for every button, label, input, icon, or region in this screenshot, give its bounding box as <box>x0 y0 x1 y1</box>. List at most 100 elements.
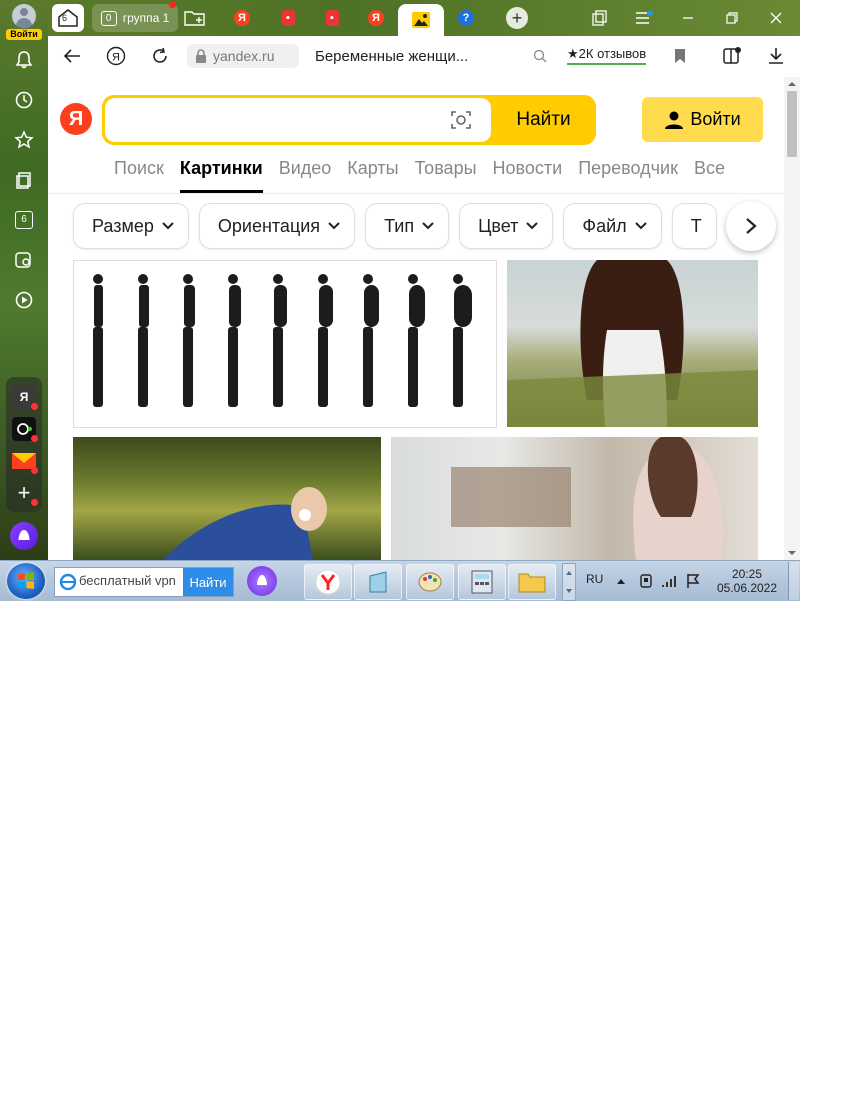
search-field-wrap <box>105 98 491 144</box>
back-arrow-icon[interactable] <box>60 44 84 68</box>
bell-icon[interactable] <box>10 46 38 74</box>
download-icon[interactable] <box>764 44 788 68</box>
ie-search-button[interactable]: Найти <box>183 568 233 596</box>
collections-icon[interactable] <box>10 166 38 194</box>
tab-pdf-2[interactable]: ▪ <box>314 4 350 32</box>
ie-icon <box>59 573 77 591</box>
bookmarks-star-icon[interactable] <box>10 126 38 154</box>
new-tab-folder-icon[interactable] <box>180 4 210 32</box>
tab-counter-button[interactable]: 6 <box>10 206 38 234</box>
tab-maps[interactable]: Карты <box>339 157 406 193</box>
taskbar-yandex-browser[interactable] <box>304 564 352 600</box>
tab-search[interactable]: Поиск <box>106 157 172 193</box>
tab-video[interactable]: Видео <box>271 157 340 193</box>
tab-all[interactable]: Все <box>686 157 733 193</box>
tab-group[interactable]: 0 группа 1 <box>92 1 178 32</box>
login-label: Войти <box>690 109 741 129</box>
filter-label: Т <box>690 215 702 236</box>
tab-pdf-1[interactable]: ▪ <box>270 4 306 32</box>
close-window-icon[interactable] <box>766 8 786 28</box>
add-app-plus-icon[interactable]: + <box>12 480 38 506</box>
filters-next-chevron-icon[interactable] <box>726 201 776 251</box>
extensions-icon[interactable] <box>720 44 744 68</box>
tab-news[interactable]: Новости <box>485 157 571 193</box>
scroll-down-icon[interactable] <box>784 548 800 558</box>
ie-search-box: бесплатный vpn Найти <box>54 567 234 597</box>
filter-file[interactable]: Файл <box>563 203 662 249</box>
calculator-icon <box>471 570 493 594</box>
yandex-favicon-icon: Я <box>234 10 250 26</box>
network-signal-icon[interactable] <box>661 574 677 588</box>
folder-icon <box>518 573 546 593</box>
start-button[interactable] <box>7 563 45 599</box>
alice-assistant-icon[interactable] <box>10 522 38 550</box>
profile-button[interactable]: Войти <box>6 4 42 40</box>
yandex-app-button[interactable]: Я <box>12 385 38 410</box>
mail-app-button[interactable] <box>12 449 38 474</box>
page-content: Я Найти Войти Поиск Картинки Видео Карты… <box>48 77 784 560</box>
search-button[interactable]: Найти <box>491 95 596 145</box>
login-button[interactable]: Войти <box>642 97 763 142</box>
ie-search-input[interactable]: бесплатный vpn <box>79 573 176 588</box>
filter-label: Тип <box>384 215 415 236</box>
filter-size[interactable]: Размер <box>73 203 189 249</box>
tabs-list-icon[interactable] <box>590 8 610 28</box>
image-result-2[interactable] <box>507 260 758 427</box>
messenger-app-button[interactable] <box>12 417 38 442</box>
tab-images-active[interactable] <box>398 4 444 36</box>
image-result-4[interactable] <box>391 437 758 560</box>
chevron-down-icon <box>328 222 340 230</box>
system-clock[interactable]: 20:25 05.06.2022 <box>710 567 784 595</box>
usb-device-icon[interactable] <box>638 573 654 589</box>
filter-label: Ориентация <box>217 215 321 236</box>
zoom-icon[interactable] <box>528 44 552 68</box>
tab-help[interactable]: ? <box>448 4 484 32</box>
language-indicator[interactable]: RU <box>586 572 603 586</box>
scroll-up-icon[interactable] <box>784 79 800 89</box>
filter-color[interactable]: Цвет <box>459 203 554 249</box>
plus-icon: + <box>506 7 528 29</box>
screenshot-camera-icon[interactable] <box>10 246 38 274</box>
filter-orientation[interactable]: Ориентация <box>198 203 356 249</box>
url-field[interactable]: yandex.ru <box>187 44 299 68</box>
alice-taskbar-icon[interactable] <box>247 566 277 596</box>
image-result-1[interactable] <box>73 260 497 428</box>
filter-type[interactable]: Тип <box>365 203 450 249</box>
pdf-icon: ▪ <box>281 10 295 26</box>
search-input[interactable] <box>117 98 441 144</box>
taskbar-scroll[interactable] <box>562 563 576 601</box>
media-play-icon[interactable] <box>10 286 38 314</box>
tab-images[interactable]: Картинки <box>172 157 271 193</box>
reload-icon[interactable] <box>148 44 172 68</box>
yandex-logo[interactable]: Я <box>60 103 92 135</box>
bookmark-icon[interactable] <box>668 44 692 68</box>
taskbar-explorer[interactable] <box>508 564 556 600</box>
menu-icon[interactable] <box>634 8 654 28</box>
taskbar-paint[interactable] <box>406 564 454 600</box>
tab-yandex-1[interactable]: Я <box>224 4 260 32</box>
tab-home[interactable]: 6 <box>52 4 84 32</box>
image-search-camera-icon[interactable] <box>449 108 473 132</box>
yandex-home-icon[interactable]: Я <box>104 44 128 68</box>
taskbar-notepad[interactable] <box>354 564 402 600</box>
notification-dot <box>31 403 38 410</box>
show-desktop-button[interactable] <box>788 562 799 600</box>
tray-expand-icon[interactable] <box>616 577 626 585</box>
filter-more[interactable]: Т <box>671 203 717 249</box>
history-clock-icon[interactable] <box>10 86 38 114</box>
taskbar-calculator[interactable] <box>458 564 506 600</box>
tab-translator[interactable]: Переводчик <box>570 157 686 193</box>
tab-products[interactable]: Товары <box>407 157 485 193</box>
action-center-flag-icon[interactable] <box>685 573 701 589</box>
search-box: Найти <box>102 95 596 145</box>
minimize-icon[interactable] <box>678 8 698 28</box>
restore-icon[interactable] <box>722 8 742 28</box>
scroll-thumb[interactable] <box>787 91 797 157</box>
page-scrollbar[interactable] <box>784 77 800 560</box>
reviews-badge[interactable]: ★2К отзывов <box>567 46 647 65</box>
notification-dot <box>169 1 176 8</box>
image-result-3[interactable] <box>73 437 381 560</box>
new-tab-button[interactable]: + <box>504 4 530 32</box>
chevron-down-icon <box>526 222 539 230</box>
tab-yandex-2[interactable]: Я <box>358 4 394 32</box>
